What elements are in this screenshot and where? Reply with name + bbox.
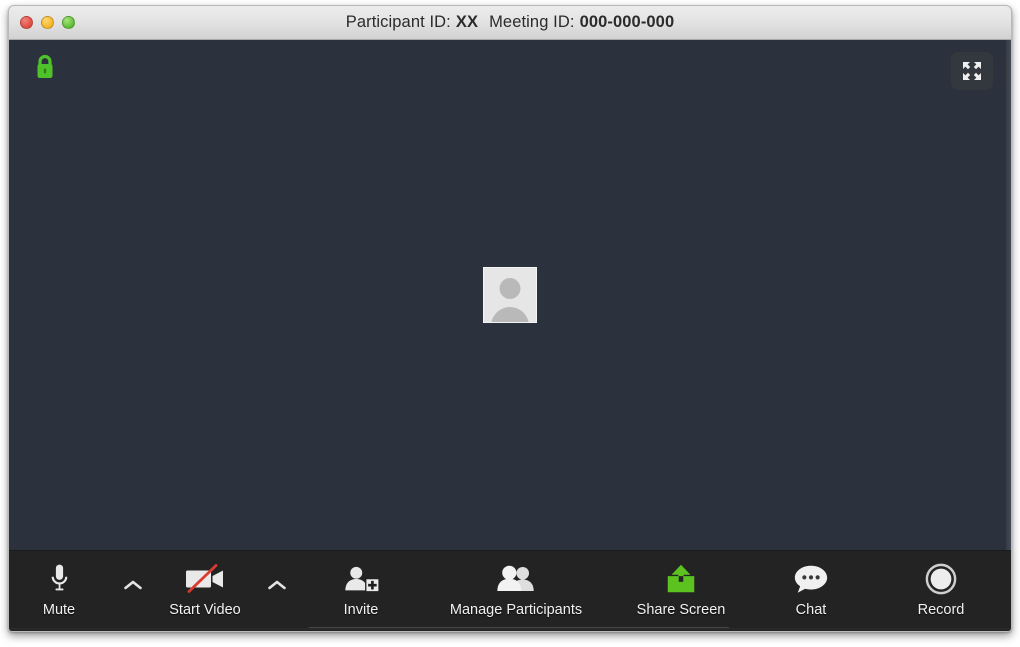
participant-id-value: XX — [455, 13, 479, 31]
mute-label: Mute — [42, 602, 76, 618]
avatar-head — [499, 278, 521, 299]
meeting-toolbar: Mute Start Video Invite Manage Participa… — [9, 550, 1011, 631]
fullscreen-button[interactable] — [951, 52, 993, 90]
manage-participants-label: Manage Participants — [449, 602, 583, 618]
chat-label: Chat — [795, 602, 827, 618]
window-controls — [20, 6, 75, 39]
zoom-meeting-screenshot: Participant ID: XX Meeting ID: 000-000-0… — [0, 0, 1020, 647]
record-circle-icon — [925, 559, 957, 599]
toolbar-bottom-edge — [9, 628, 1011, 631]
minimize-button[interactable] — [41, 16, 54, 29]
video-camera-off-icon — [183, 559, 227, 599]
meeting-id-label: Meeting ID: — [489, 13, 575, 31]
lock-icon[interactable] — [33, 53, 57, 81]
mute-button[interactable]: Mute — [9, 559, 129, 618]
close-button[interactable] — [20, 16, 33, 29]
start-video-button[interactable]: Start Video — [135, 559, 275, 618]
record-label: Record — [917, 602, 965, 618]
share-screen-icon — [663, 559, 699, 599]
manage-participants-button[interactable]: Manage Participants — [446, 559, 586, 618]
window-title: Participant ID: XX Meeting ID: 000-000-0… — [346, 13, 675, 32]
microphone-icon — [46, 559, 73, 599]
video-stage — [9, 40, 1011, 550]
share-screen-button[interactable]: Share Screen — [611, 559, 751, 618]
participant-id-label: Participant ID: — [345, 13, 451, 31]
record-button[interactable]: Record — [871, 559, 1011, 618]
invite-label: Invite — [343, 602, 379, 618]
meeting-id-value: 000-000-000 — [579, 13, 675, 31]
avatar-body — [491, 307, 529, 322]
zoom-meeting-window: Participant ID: XX Meeting ID: 000-000-0… — [8, 5, 1012, 632]
participant-avatar — [483, 267, 537, 323]
share-screen-label: Share Screen — [636, 602, 726, 618]
start-video-label: Start Video — [169, 602, 241, 618]
stage-right-edge — [1006, 40, 1011, 550]
fullscreen-expand-icon — [963, 62, 981, 80]
two-people-icon — [494, 559, 538, 599]
maximize-button[interactable] — [62, 16, 75, 29]
invite-button[interactable]: Invite — [291, 559, 431, 618]
window-titlebar: Participant ID: XX Meeting ID: 000-000-0… — [9, 6, 1011, 40]
chat-bubble-icon — [792, 559, 830, 599]
person-add-icon — [342, 559, 380, 599]
chat-button[interactable]: Chat — [741, 559, 881, 618]
video-options-chevron-up-icon[interactable] — [266, 577, 288, 593]
